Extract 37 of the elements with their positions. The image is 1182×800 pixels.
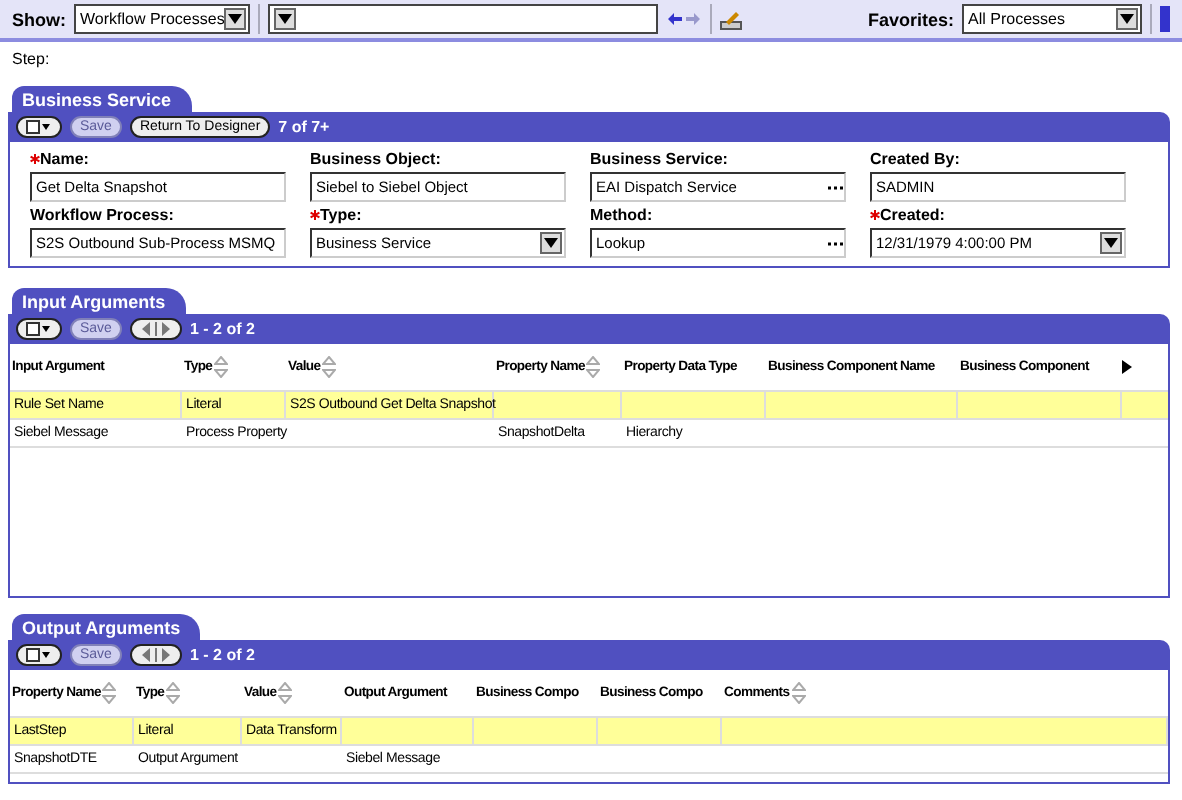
step-label: Step: xyxy=(10,48,52,72)
record-navigation-button[interactable] xyxy=(129,318,182,340)
favorites-dropdown[interactable]: All Processes xyxy=(962,4,1142,34)
record-navigation-button[interactable] xyxy=(129,644,182,666)
dropdown-caret-icon[interactable] xyxy=(224,8,246,30)
show-label: Show: xyxy=(12,9,66,29)
menu-icon xyxy=(26,120,52,134)
field-label: Created: xyxy=(870,206,1152,224)
field-label: Created By: xyxy=(870,150,962,168)
dropdown-caret-icon[interactable] xyxy=(540,232,562,254)
favorites-label: Favorites: xyxy=(867,9,954,29)
record-count: 1 - 2 of 2 xyxy=(189,646,255,664)
dropdown-caret-icon[interactable] xyxy=(1100,232,1122,254)
field-label: Name: xyxy=(30,150,310,168)
ellipsis-icon[interactable] xyxy=(826,238,844,248)
back-forward-arrows-icon[interactable] xyxy=(666,10,702,28)
ellipsis-icon[interactable] xyxy=(826,182,844,192)
field-label: Type: xyxy=(310,206,590,224)
field-label: Method: xyxy=(590,206,655,224)
scroll-right-icon[interactable] xyxy=(1122,360,1132,374)
show-dropdown[interactable]: Workflow Processes xyxy=(74,4,250,34)
menu-button[interactable] xyxy=(16,116,62,138)
previous-next-icon xyxy=(139,648,172,662)
previous-next-icon xyxy=(139,322,172,336)
dropdown-caret-icon[interactable] xyxy=(274,8,296,30)
record-count: 1 - 2 of 2 xyxy=(189,320,255,338)
edit-pencil-icon[interactable] xyxy=(720,9,742,29)
field-label: Business Service: xyxy=(590,150,730,168)
menu-icon xyxy=(26,648,52,662)
record-count: 7 of 7+ xyxy=(278,118,330,136)
menu-button[interactable] xyxy=(16,318,62,340)
menu-button[interactable] xyxy=(16,644,62,666)
menu-icon xyxy=(26,322,52,336)
field-label: Workflow Process: xyxy=(30,206,176,224)
field-label: Business Object: xyxy=(310,150,443,168)
query-dropdown[interactable] xyxy=(268,4,658,34)
dropdown-caret-icon[interactable] xyxy=(1116,8,1138,30)
